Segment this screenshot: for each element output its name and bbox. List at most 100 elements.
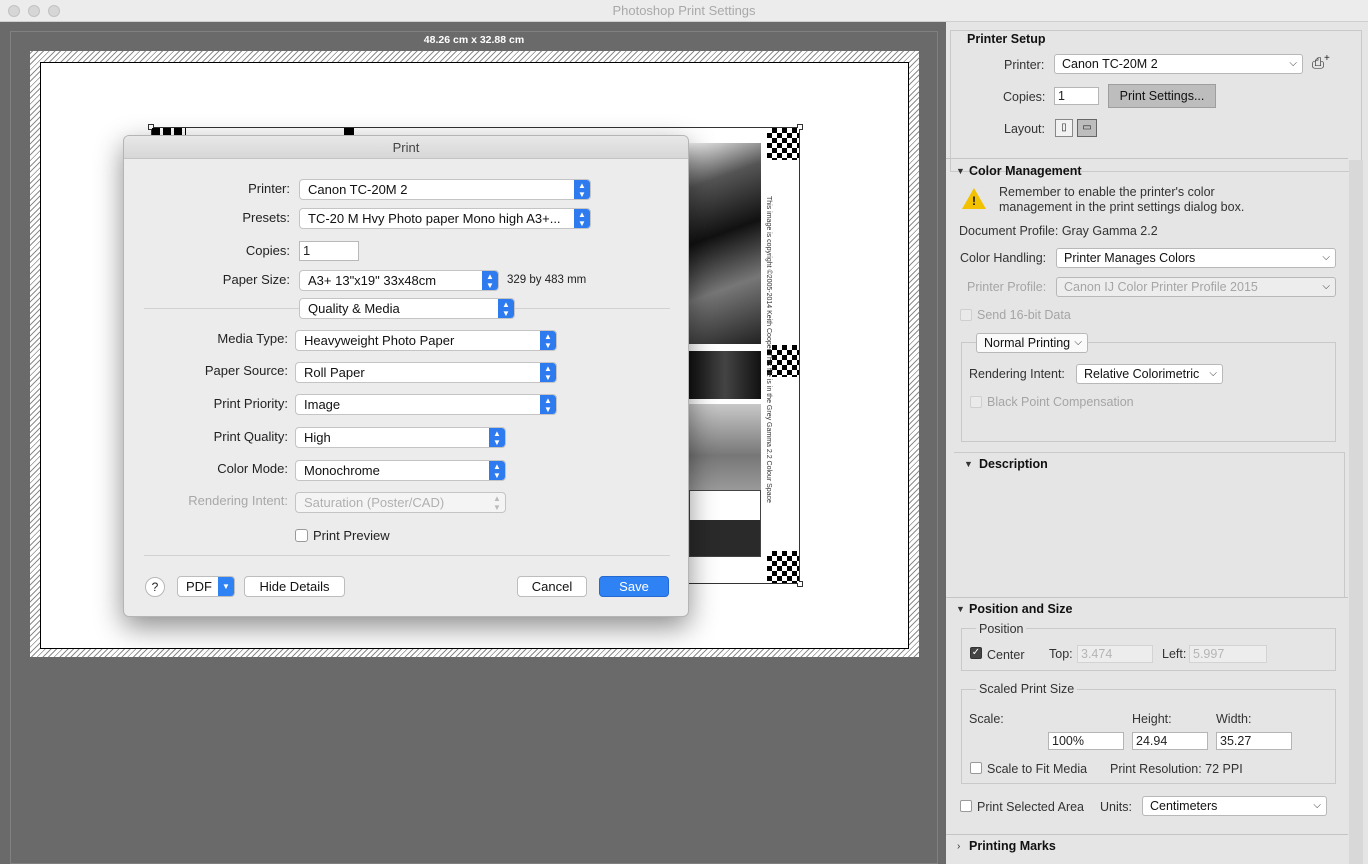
paper-dimensions-label: 48.26 cm x 32.88 cm [423, 34, 525, 46]
color-handling-select[interactable]: Printer Manages Colors ⌵ [1056, 248, 1336, 268]
printer-setup-printer-select[interactable]: Canon TC-20M 2 ⌵ [1054, 54, 1303, 74]
color-management-heading: Color Management [969, 164, 1082, 178]
scale-field[interactable]: 100% [1048, 732, 1124, 750]
printer-setup-printer-label: Printer: [1004, 58, 1045, 72]
printer-setup-copies-field[interactable]: 1 [1054, 87, 1099, 105]
print-quality-popup[interactable]: High ▲ ▼ [295, 427, 506, 448]
stepper-arrows-icon: ▲ ▼ [489, 428, 505, 447]
color-handling-label: Color Handling: [960, 251, 1047, 265]
media-type-label: Media Type: [217, 331, 288, 346]
image-side-caption: This image is copyright ©2005-2014 Keith… [765, 196, 772, 503]
test-pattern-diamonds [767, 551, 799, 583]
normal-printing-group [961, 342, 1336, 442]
color-mode-popup[interactable]: Monochrome ▲ ▼ [295, 460, 506, 481]
width-field[interactable]: 35.27 [1216, 732, 1292, 750]
print-selected-area-checkbox[interactable] [960, 800, 972, 812]
landscape-layout-icon[interactable]: ▭ [1077, 119, 1097, 137]
chevron-down-icon[interactable]: ▼ [964, 459, 973, 469]
document-profile-text: Document Profile: Gray Gamma 2.2 [959, 224, 1158, 238]
window-title: Photoshop Print Settings [612, 3, 756, 18]
stepper-arrows-icon: ▲ ▼ [540, 331, 556, 350]
cancel-button[interactable]: Cancel [517, 576, 587, 597]
position-size-heading: Position and Size [969, 602, 1073, 616]
units-label: Units: [1100, 800, 1132, 814]
copies-field[interactable]: 1 [299, 241, 359, 261]
chevron-down-icon[interactable]: ▼ [956, 604, 965, 614]
scaled-print-size-label: Scaled Print Size [976, 682, 1078, 696]
media-type-popup[interactable]: Heavyweight Photo Paper ▲ ▼ [295, 330, 557, 351]
chevron-down-icon: ⌵ [1322, 252, 1330, 263]
test-image-gradient [689, 490, 761, 557]
stepper-arrows-icon: ▲ ▼ [540, 363, 556, 382]
stepper-arrows-icon: ▲ ▼ [540, 395, 556, 414]
divider [946, 597, 1348, 598]
copies-label: Copies: [245, 243, 290, 258]
stepper-arrows-icon: ▲ ▼ [574, 180, 590, 199]
paper-source-label: Paper Source: [204, 363, 288, 378]
printer-profile-select: Canon IJ Color Printer Profile 2015 ⌵ [1056, 277, 1336, 297]
normal-printing-select[interactable]: Normal Printing ⌵ [976, 333, 1088, 353]
center-checkbox[interactable]: ✓ [970, 647, 982, 659]
paper-source-popup[interactable]: Roll Paper ▲ ▼ [295, 362, 557, 383]
left-label: Left: [1162, 647, 1187, 661]
divider [946, 834, 1348, 835]
description-heading: Description [979, 457, 1048, 471]
pdf-menu-button[interactable]: PDF ▼ [177, 576, 235, 597]
width-label: Width: [1216, 712, 1252, 726]
paper-size-info: 329 by 483 mm [507, 274, 587, 286]
print-dialog-title: Print [124, 136, 688, 159]
chevron-down-icon: ⌵ [1074, 337, 1082, 348]
presets-label: Presets: [242, 210, 290, 225]
color-mode-label: Color Mode: [217, 461, 288, 476]
send-16bit-checkbox [960, 309, 972, 321]
save-button[interactable]: Save [599, 576, 669, 597]
stepper-arrows-icon: ▲ ▼ [493, 494, 501, 512]
divider [946, 158, 1348, 159]
portrait-layout-icon[interactable]: ▯ [1055, 119, 1073, 137]
test-image-photo [689, 351, 761, 399]
paper-size-label: Paper Size: [222, 272, 290, 287]
help-button[interactable]: ? [145, 577, 165, 597]
add-printer-icon[interactable]: ⎙+ [1312, 53, 1330, 72]
chevron-down-icon: ▼ [218, 577, 234, 596]
print-settings-button[interactable]: Print Settings... [1108, 84, 1216, 108]
test-image-photo [689, 404, 761, 490]
hide-details-button[interactable]: Hide Details [244, 576, 345, 597]
stepper-arrows-icon: ▲ ▼ [482, 271, 498, 290]
pane-popup[interactable]: Quality & Media ▲ ▼ [299, 298, 515, 319]
paper-size-popup[interactable]: A3+ 13"x19" 33x48cm ▲ ▼ [299, 270, 499, 291]
panel-scrollbar[interactable] [1349, 160, 1363, 864]
printer-setup-copies-label: Copies: [1003, 90, 1046, 104]
chevron-down-icon: ⌵ [1289, 58, 1297, 69]
settings-panel: Printer Setup Printer: Canon TC-20M 2 ⌵ ⎙… [946, 22, 1368, 864]
rendering-intent-popup: Saturation (Poster/CAD) ▲ ▼ [295, 492, 506, 513]
units-select[interactable]: Centimeters ⌵ [1142, 796, 1327, 816]
ps-rendering-intent-label: Rendering Intent: [969, 367, 1065, 381]
height-field[interactable]: 24.94 [1132, 732, 1208, 750]
print-quality-label: Print Quality: [213, 429, 288, 444]
center-label: Center [987, 648, 1025, 662]
print-dialog: Print Printer: Canon TC-20M 2 ▲ ▼ Presets:… [123, 135, 689, 617]
height-label: Height: [1132, 712, 1172, 726]
print-preview-label: Print Preview [313, 528, 390, 543]
stepper-arrows-icon: ▲ ▼ [498, 299, 514, 318]
stepper-arrows-icon: ▲ ▼ [574, 209, 590, 228]
test-image-photo [689, 143, 761, 344]
test-pattern-diamonds [767, 128, 799, 160]
rendering-intent-label: Rendering Intent: [188, 493, 288, 508]
chevron-right-icon[interactable]: › [957, 841, 960, 852]
chevron-down-icon: ⌵ [1313, 800, 1321, 811]
print-preview-checkbox[interactable] [295, 529, 308, 542]
warning-exclamation: ! [972, 194, 976, 208]
scale-label: Scale: [969, 712, 1004, 726]
print-priority-popup[interactable]: Image ▲ ▼ [295, 394, 557, 415]
black-point-checkbox [970, 396, 982, 408]
chevron-down-icon: ⌵ [1322, 281, 1330, 292]
scale-to-fit-checkbox[interactable] [970, 762, 982, 774]
chevron-down-icon[interactable]: ▼ [956, 166, 965, 176]
print-selected-area-label: Print Selected Area [977, 800, 1085, 814]
ps-rendering-intent-select[interactable]: Relative Colorimetric ⌵ [1076, 364, 1223, 384]
printer-popup[interactable]: Canon TC-20M 2 ▲ ▼ [299, 179, 591, 200]
presets-popup[interactable]: TC-20 M Hvy Photo paper Mono high A3+...… [299, 208, 591, 229]
test-pattern-marks [152, 128, 186, 135]
